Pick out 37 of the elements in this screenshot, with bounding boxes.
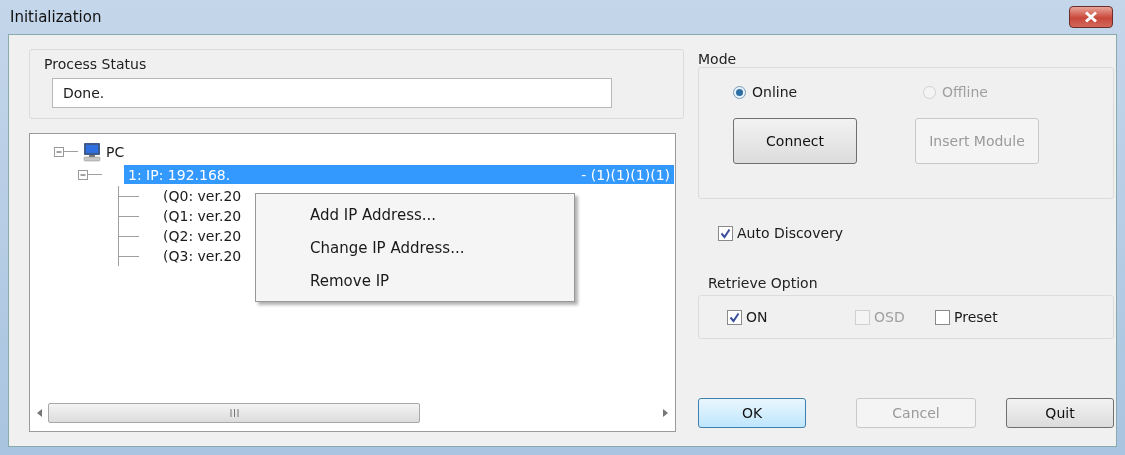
grip-icon <box>229 409 239 417</box>
button[interactable]: Connect <box>733 118 857 164</box>
tree-item[interactable]: (Q3: ver.20 <box>163 248 242 264</box>
radio-label: Online <box>752 84 798 100</box>
status-field: Done. <box>52 78 612 108</box>
tree-item[interactable]: PC <box>106 143 125 160</box>
radio-button[interactable] <box>733 85 746 99</box>
tree-item[interactable]: (Q1: ver.20 <box>163 208 242 224</box>
checkbox-label: Auto Discovery <box>737 225 844 241</box>
checkbox-label: Preset <box>954 309 998 325</box>
menu-item[interactable]: Change IP Address... <box>258 231 572 264</box>
button[interactable]: Quit <box>1006 398 1114 428</box>
group-label: Process Status <box>44 56 148 72</box>
tree-item[interactable]: (Q0: ver.20 <box>163 188 242 204</box>
menu-item[interactable]: Add IP Address... <box>258 198 572 231</box>
checkbox[interactable] <box>718 225 733 241</box>
group-label: Mode <box>698 51 737 67</box>
tree-item-text: - (1)(1)(1)(1) <box>581 166 670 183</box>
tree-item-text: 1: IP: 192.168. <box>128 166 231 183</box>
checkbox[interactable] <box>935 309 950 325</box>
window-title: Initialization <box>10 8 102 26</box>
collapse-icon[interactable] <box>54 146 64 157</box>
button[interactable]: OK <box>698 398 806 428</box>
tree-item[interactable]: (Q2: ver.20 <box>163 228 242 244</box>
scroll-left-icon[interactable] <box>36 408 44 418</box>
scroll-right-icon[interactable] <box>661 408 669 418</box>
close-button[interactable] <box>1069 6 1113 28</box>
checkbox-label: OSD <box>874 309 905 325</box>
menu-item[interactable]: Remove IP <box>258 264 572 297</box>
collapse-icon[interactable] <box>78 169 88 180</box>
close-icon <box>1084 11 1098 23</box>
horizontal-scrollbar[interactable] <box>36 401 669 425</box>
checkbox[interactable] <box>727 309 742 325</box>
radio-label: Offline <box>942 84 988 100</box>
computer-icon <box>82 141 102 162</box>
group-label: Retrieve Option <box>708 275 819 291</box>
checkbox-label: ON <box>746 309 768 325</box>
